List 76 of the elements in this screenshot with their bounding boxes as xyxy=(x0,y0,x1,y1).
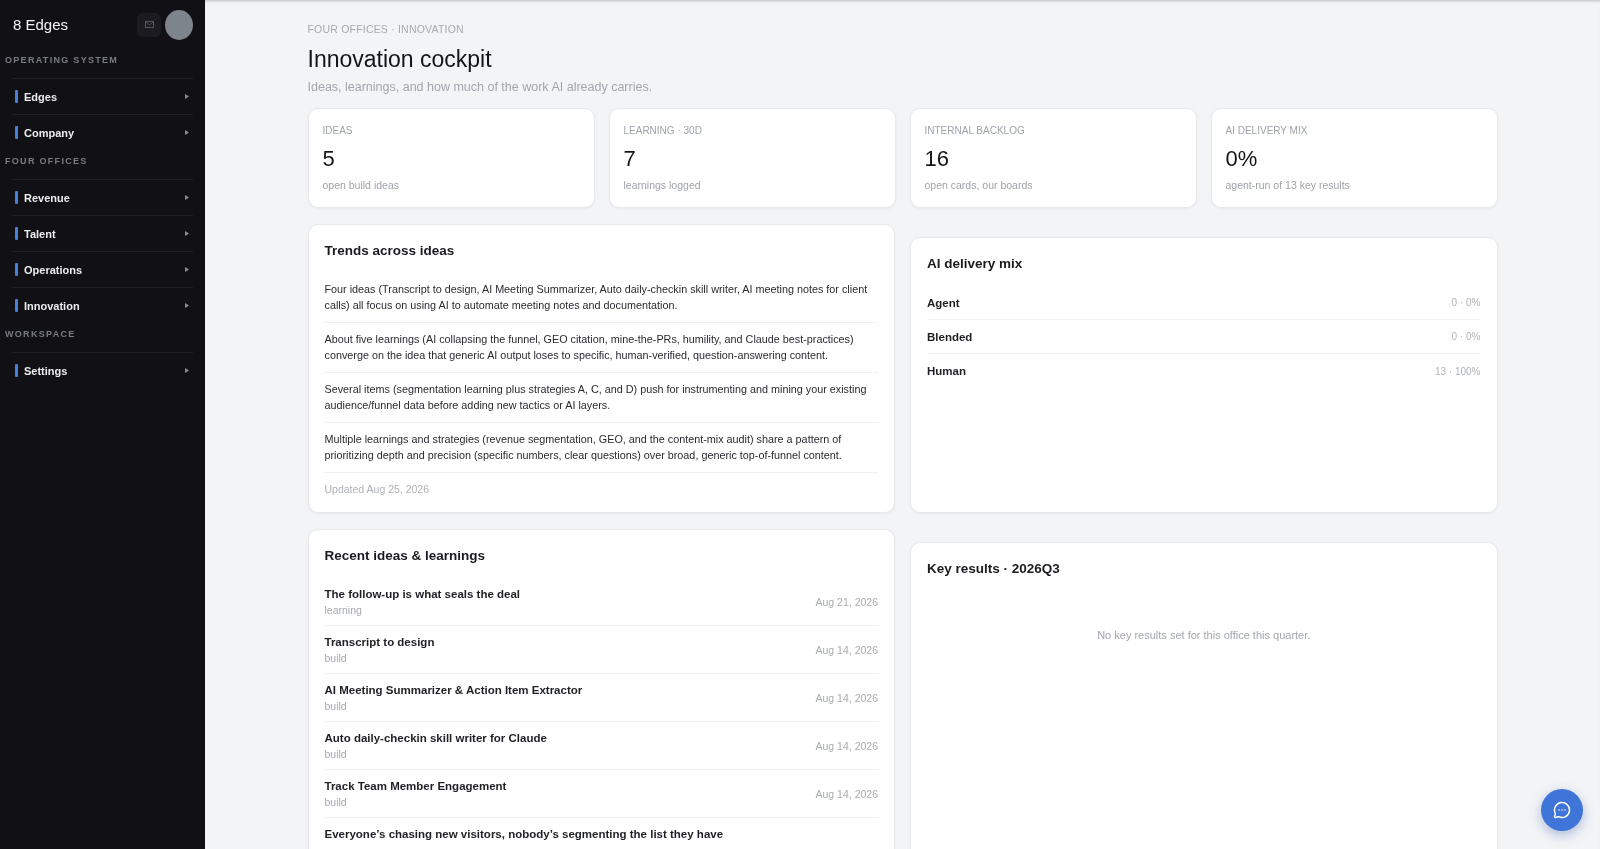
nav-item[interactable]: Innovation xyxy=(12,287,193,323)
caret-icon xyxy=(185,195,189,200)
empty-message: No key results set for this office this quarter. xyxy=(1096,628,1312,643)
item-date: Aug 14, 2026 xyxy=(815,786,878,801)
section-label: WORKSPACE xyxy=(4,328,77,340)
stat-label: IDEAS xyxy=(322,124,354,138)
caret-icon xyxy=(185,231,189,236)
stat-value: 0% xyxy=(1225,146,1259,172)
item-title: AI Meeting Summarizer & Action Item Extractor xyxy=(324,683,583,698)
nav-item[interactable]: Revenue xyxy=(12,179,193,215)
accent-bar-icon xyxy=(15,126,18,139)
nav-item[interactable]: Settings xyxy=(12,352,193,388)
stat-value: 7 xyxy=(623,146,637,172)
accent-bar-icon xyxy=(15,191,18,204)
mix-label: Human xyxy=(927,365,966,377)
stat-caption: agent-run of 13 key results xyxy=(1225,178,1351,192)
mix-value: 0 · 0% xyxy=(1451,297,1481,308)
stat-label: LEARNING · 30D xyxy=(623,124,703,138)
item-date: Aug 14, 2026 xyxy=(815,642,878,657)
item-category: build xyxy=(324,699,348,713)
item-title: Transcript to design xyxy=(324,635,435,650)
item-title: Track Team Member Engagement xyxy=(324,779,507,794)
avatar[interactable] xyxy=(165,9,193,40)
card-title: Trends across ideas xyxy=(324,242,456,260)
mix-label: Blended xyxy=(927,330,973,343)
trend-paragraph: Several items (segmentation learning plus strategies A, C, and D) push for instrumenting and mining your existing audience/funnel data before adding new tactics or AI layers. xyxy=(324,373,878,423)
item-category: build xyxy=(324,747,348,761)
mix-label: Agent xyxy=(927,296,960,309)
trend-paragraph: Four ideas (Transcript to design, AI Meeting Summarizer, Auto daily-checkin skill writer, AI meeting notes for client calls) all focus on using AI to automate meeting notes and documentation. xyxy=(324,273,878,323)
nav-item[interactable]: Talent xyxy=(12,215,193,251)
mix-value: 0 · 0% xyxy=(1451,331,1481,342)
page-subtitle: Ideas, learnings, and how much of the work AI already carries. xyxy=(307,79,654,96)
stat-value: 16 xyxy=(924,146,950,172)
card-title: Recent ideas & learnings xyxy=(324,547,487,565)
updated-timestamp: Updated Aug 25, 2026 xyxy=(324,482,430,496)
trend-paragraph: Multiple learnings and strategies (revenue segmentation, GEO, and the content-mix audit) share a pattern of prioritizing depth and precision (specific numbers, clear questions) over broad, generic top-of-funnel content. xyxy=(324,423,878,473)
breadcrumb: FOUR OFFICES · INNOVATION xyxy=(307,22,465,36)
item-category: learning xyxy=(324,603,363,617)
item-category: build xyxy=(324,795,348,809)
card-title: Key results · 2026Q3 xyxy=(927,560,1061,578)
stat-value: 5 xyxy=(322,146,336,172)
item-date: Aug 14, 2026 xyxy=(815,738,878,753)
nav-item[interactable]: Edges xyxy=(12,78,193,114)
stat-caption: learnings logged xyxy=(623,178,702,192)
card-title: AI delivery mix xyxy=(927,255,1024,273)
inbox-button[interactable] xyxy=(137,12,161,37)
caret-icon xyxy=(185,94,189,99)
mix-value: 13 · 100% xyxy=(1434,365,1481,377)
accent-bar-icon xyxy=(15,263,18,276)
caret-icon xyxy=(185,130,189,135)
item-title: The follow-up is what seals the deal xyxy=(324,587,521,602)
mail-icon xyxy=(144,21,154,28)
caret-icon xyxy=(185,368,189,373)
stat-caption: open build ideas xyxy=(322,178,400,192)
accent-bar-icon xyxy=(15,299,18,312)
item-category: build xyxy=(324,651,348,665)
stat-label: AI DELIVERY MIX xyxy=(1225,124,1309,138)
stat-label: INTERNAL BACKLOG xyxy=(924,124,1026,138)
accent-bar-icon xyxy=(15,90,18,103)
section-label: FOUR OFFICES xyxy=(4,155,89,167)
nav-item[interactable]: Company xyxy=(12,114,193,150)
caret-icon xyxy=(185,303,189,308)
chat-icon xyxy=(1553,801,1571,819)
trend-paragraph: About five learnings (AI collapsing the funnel, GEO citation, mine-the-PRs, humility, and Claude best-practices) converge on the idea that generic AI output loses to specific, human-verified, question-answering content. xyxy=(324,323,878,373)
caret-icon xyxy=(185,267,189,272)
item-title: Everyone’s chasing new visitors, nobody’s segmenting the list they have xyxy=(324,827,724,842)
item-date: Aug 21, 2026 xyxy=(815,594,878,609)
accent-bar-icon xyxy=(15,364,18,377)
item-date: Aug 14, 2026 xyxy=(815,690,878,705)
item-title: Auto daily-checkin skill writer for Claude xyxy=(324,731,547,746)
stat-caption: open cards, our boards xyxy=(924,178,1034,192)
nav-item[interactable]: Operations xyxy=(12,251,193,287)
brand-name: 8 Edges xyxy=(13,16,69,33)
section-label: OPERATING SYSTEM xyxy=(4,54,120,66)
page-title: Innovation cockpit xyxy=(307,45,493,74)
accent-bar-icon xyxy=(15,227,18,240)
